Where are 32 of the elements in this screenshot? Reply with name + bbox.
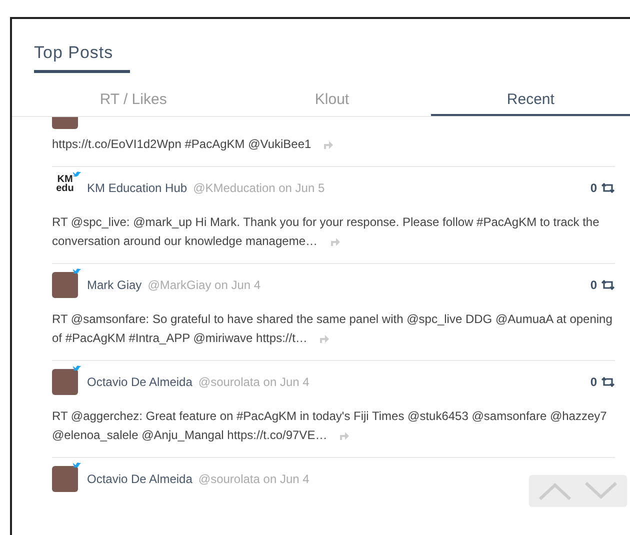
handle-date: @MarkGiay on Jun 4 [148,278,261,292]
author-name[interactable]: Octavio De Almeida [87,375,192,389]
share-icon[interactable] [319,334,330,344]
bird-icon [73,365,81,372]
share-icon[interactable] [330,236,340,247]
retweet-icon [601,183,615,193]
panel-title: Top Posts [33,42,114,63]
share-icon[interactable] [339,430,350,441]
post-text: RT @spc_live: @mark_up Hi Mark. Thank you for your response. Please follow #PacAgKM to track the conversation around our knowledge manageme… [52,214,600,250]
retweet-count: 0 [590,375,597,389]
author-name[interactable]: Octavio De Almeida [87,472,192,486]
avatar-photo-placeholder [52,117,78,129]
author-name[interactable]: Mark Giay [87,278,142,292]
bird-icon [73,462,81,469]
handle-date: @sourolata on Jun 4 [198,375,310,389]
retweet-icon [601,280,615,290]
retweet-count: 0 [590,278,597,292]
share-icon[interactable] [323,140,334,150]
logo-text: KM edu [55,175,75,193]
post-text: RT @aggerchez: Great feature on #PacAgKM in today's Fiji Times @stuk6453 @samsonfare @hazzey7 @elenoa_salele @Anju_Mangal https://t.co/97VE… [52,408,608,444]
handle-date: @sourolata on Jun 4 [198,472,310,486]
retweet-icon [601,377,615,387]
chevron-down-icon[interactable] [583,481,619,501]
chevron-up-icon[interactable] [537,481,573,501]
retweet-count: 0 [590,181,597,195]
post-text: https://t.co/EoVI1d2Wpn #PacAgKM @VukiBee1 [52,135,615,154]
bird-icon [73,268,81,275]
post-text: RT @samsonfare: So grateful to have shared the same panel with @spc_live DDG @AumuaA at opening of #PacAgKM #Intra_APP @miriwave https://t… [52,311,614,347]
author-name[interactable]: KM Education Hub [87,181,188,195]
tab[interactable]: Recent [431,81,630,116]
handle-date: @KMeducation on Jun 5 [193,181,325,195]
bird-icon [73,171,81,178]
